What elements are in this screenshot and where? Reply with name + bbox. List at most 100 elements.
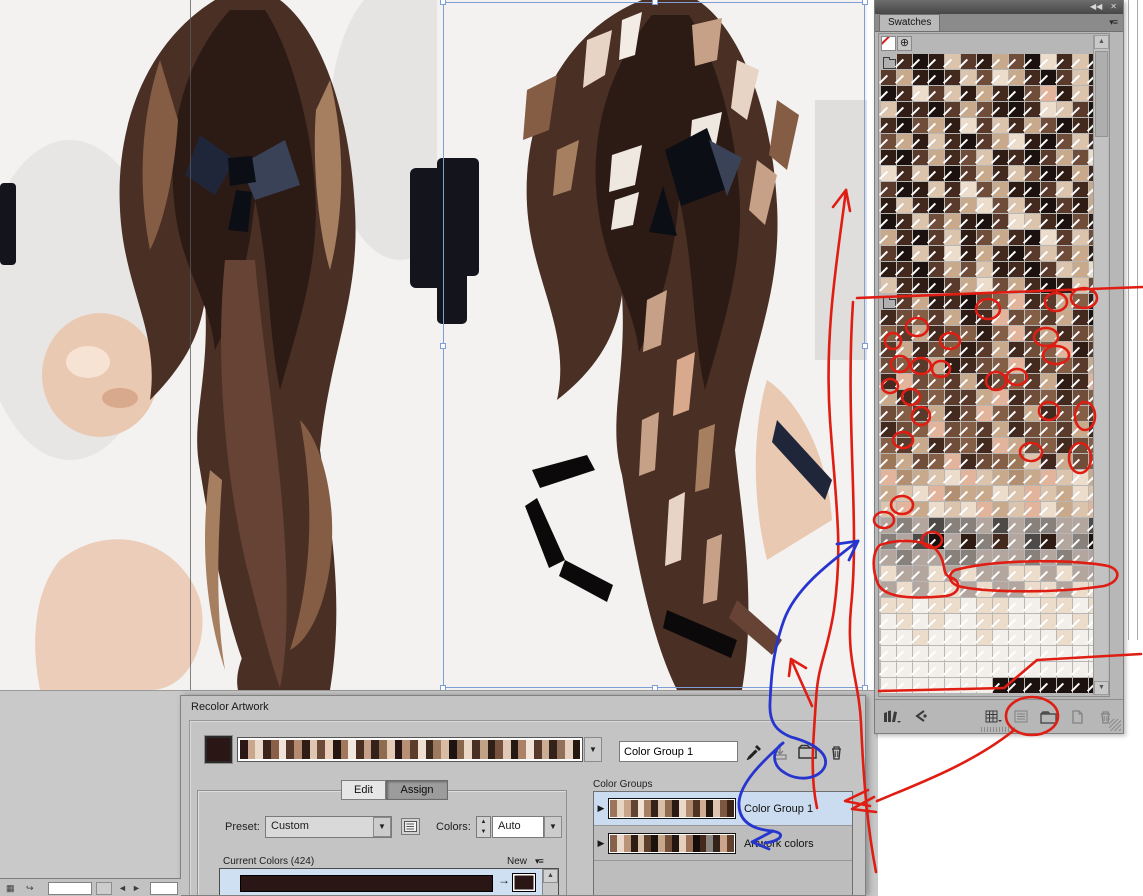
- swatch[interactable]: [961, 374, 976, 389]
- swatch[interactable]: [1057, 310, 1072, 325]
- swatch[interactable]: [897, 214, 912, 229]
- swatch[interactable]: [1041, 70, 1056, 85]
- swatch[interactable]: [1025, 630, 1040, 645]
- swatch[interactable]: [977, 550, 992, 565]
- swatch[interactable]: [993, 662, 1008, 677]
- swatch[interactable]: [977, 310, 992, 325]
- swatch[interactable]: [977, 678, 992, 693]
- active-color-chip[interactable]: [204, 735, 233, 764]
- swatch[interactable]: [1073, 678, 1088, 693]
- save-group-icon[interactable]: [769, 743, 791, 763]
- swatch[interactable]: [913, 406, 928, 421]
- swatch[interactable]: [993, 422, 1008, 437]
- swatch[interactable]: [913, 70, 928, 85]
- new-swatch-icon[interactable]: [1069, 708, 1087, 726]
- swatch[interactable]: [881, 262, 896, 277]
- swatch[interactable]: [977, 230, 992, 245]
- swatch[interactable]: [977, 374, 992, 389]
- close-panel-button[interactable]: ✕: [1110, 3, 1117, 11]
- swatch[interactable]: [1009, 326, 1024, 341]
- swatch[interactable]: [897, 198, 912, 213]
- swatch[interactable]: [1025, 134, 1040, 149]
- colors-dropdown-button[interactable]: ▼: [544, 816, 562, 838]
- swatch[interactable]: [961, 342, 976, 357]
- colors-spinner[interactable]: ▲ ▼: [476, 816, 491, 838]
- swatch[interactable]: [881, 518, 896, 533]
- swatch[interactable]: [1009, 294, 1024, 309]
- swatch[interactable]: [961, 422, 976, 437]
- swatch[interactable]: [1009, 438, 1024, 453]
- swatch[interactable]: [945, 262, 960, 277]
- swatch[interactable]: [1009, 166, 1024, 181]
- swatch[interactable]: [1057, 566, 1072, 581]
- swatch[interactable]: [1041, 182, 1056, 197]
- swatch[interactable]: [929, 310, 944, 325]
- swatch[interactable]: [977, 102, 992, 117]
- swatch[interactable]: [1057, 262, 1072, 277]
- swatch[interactable]: [897, 374, 912, 389]
- swatch[interactable]: [929, 646, 944, 661]
- swatch[interactable]: [961, 518, 976, 533]
- swatch[interactable]: [1073, 342, 1088, 357]
- swatch[interactable]: [961, 406, 976, 421]
- swatch[interactable]: [1057, 294, 1072, 309]
- swatch[interactable]: [881, 278, 896, 293]
- swatch[interactable]: [977, 182, 992, 197]
- swatch[interactable]: [945, 614, 960, 629]
- swatch[interactable]: [1009, 342, 1024, 357]
- swatch[interactable]: [977, 470, 992, 485]
- swatch[interactable]: [945, 630, 960, 645]
- swatch[interactable]: [977, 518, 992, 533]
- swatch[interactable]: [897, 582, 912, 597]
- swatch[interactable]: [1025, 550, 1040, 565]
- swatch[interactable]: [913, 374, 928, 389]
- swatch[interactable]: [1041, 166, 1056, 181]
- swatch[interactable]: [1041, 662, 1056, 677]
- colors-value-field[interactable]: Auto: [492, 816, 544, 838]
- swatch[interactable]: [881, 214, 896, 229]
- zoom-field[interactable]: [48, 882, 92, 895]
- swatch[interactable]: [945, 54, 960, 69]
- swatch[interactable]: [977, 166, 992, 181]
- swatch[interactable]: [977, 630, 992, 645]
- swatch[interactable]: [929, 438, 944, 453]
- swatch[interactable]: [881, 246, 896, 261]
- swatch[interactable]: [1057, 678, 1072, 693]
- swatch[interactable]: [1009, 262, 1024, 277]
- swatch[interactable]: [1057, 614, 1072, 629]
- swatch[interactable]: [1025, 486, 1040, 501]
- swatch[interactable]: [1073, 454, 1088, 469]
- swatch[interactable]: [1073, 134, 1088, 149]
- swatch[interactable]: [1073, 246, 1088, 261]
- swatch[interactable]: [1073, 198, 1088, 213]
- swatch[interactable]: [1009, 662, 1024, 677]
- swatch[interactable]: [1057, 534, 1072, 549]
- swatch[interactable]: [977, 118, 992, 133]
- swatch[interactable]: [961, 230, 976, 245]
- swatch[interactable]: [993, 294, 1008, 309]
- swatch[interactable]: [1025, 230, 1040, 245]
- swatch[interactable]: [945, 358, 960, 373]
- swatch[interactable]: [1073, 230, 1088, 245]
- color-group-name-field[interactable]: [619, 741, 738, 762]
- swatch[interactable]: [945, 454, 960, 469]
- swatch[interactable]: [1009, 86, 1024, 101]
- swatch[interactable]: [1025, 678, 1040, 693]
- swatch[interactable]: [897, 118, 912, 133]
- swatch[interactable]: [993, 518, 1008, 533]
- swatch[interactable]: [993, 470, 1008, 485]
- swatch[interactable]: [913, 582, 928, 597]
- swatch[interactable]: [993, 230, 1008, 245]
- swatch[interactable]: [1057, 182, 1072, 197]
- swatch[interactable]: [1057, 198, 1072, 213]
- swatch[interactable]: [945, 502, 960, 517]
- swatch[interactable]: [929, 550, 944, 565]
- swatch[interactable]: [961, 486, 976, 501]
- swatch-scrollbar[interactable]: ▲ ▼: [1093, 35, 1109, 695]
- swatch[interactable]: [1025, 470, 1040, 485]
- swatch[interactable]: [913, 102, 928, 117]
- scrollbar-thumb[interactable]: [1095, 51, 1108, 137]
- swatch[interactable]: [897, 262, 912, 277]
- swatch[interactable]: [1025, 310, 1040, 325]
- swatch[interactable]: [945, 294, 960, 309]
